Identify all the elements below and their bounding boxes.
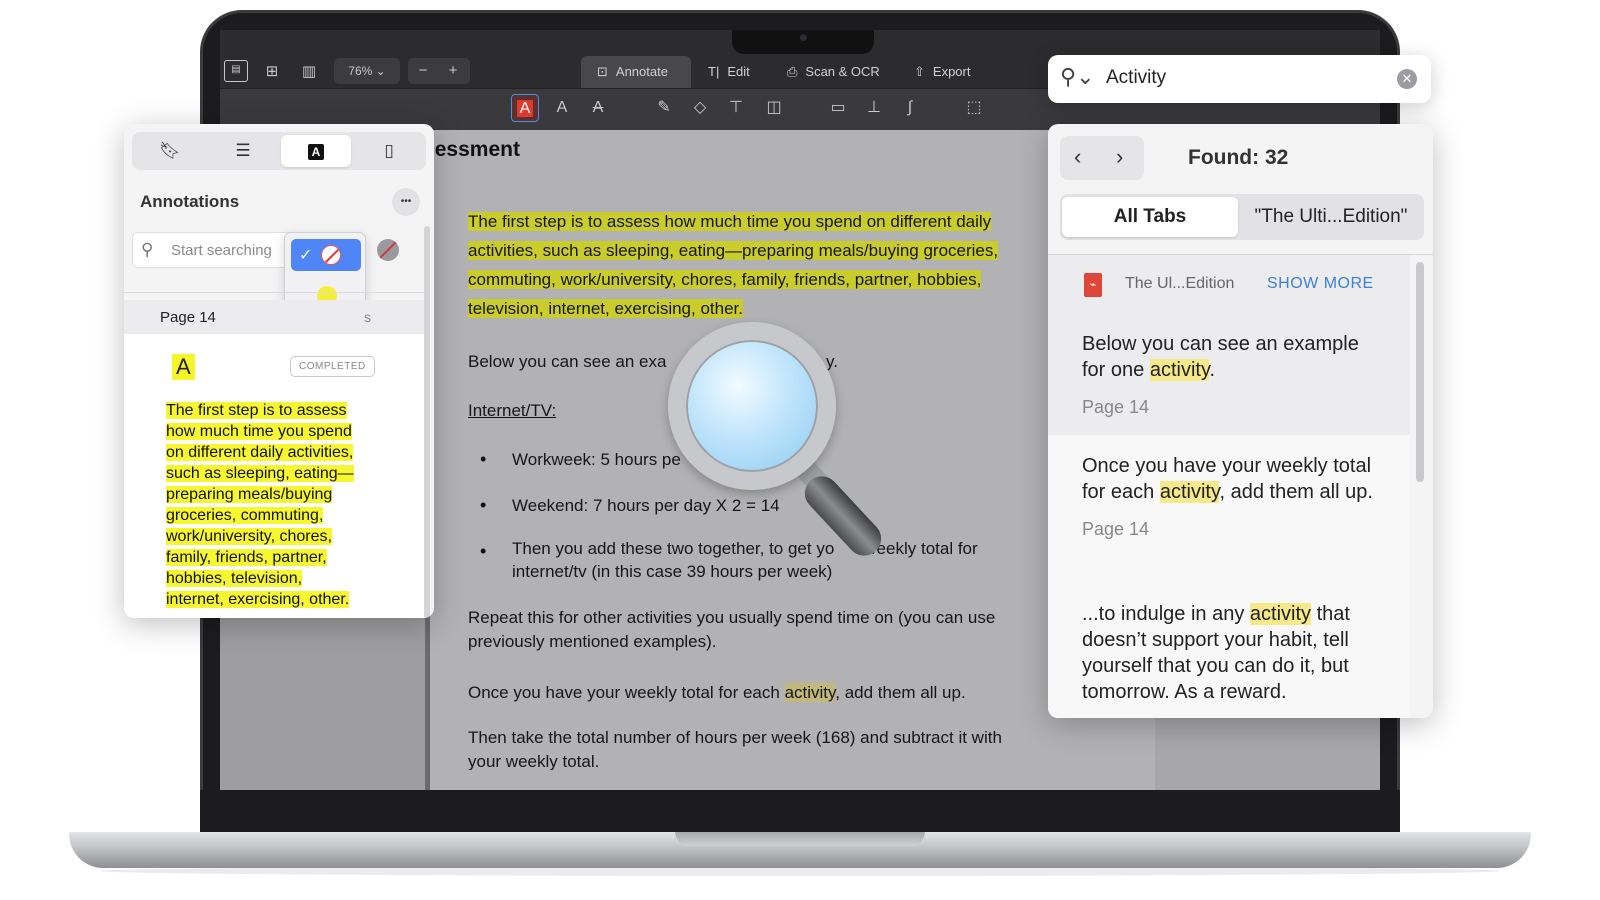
panel-title: Annotations: [140, 192, 240, 211]
bullet-1: •: [480, 449, 487, 469]
file-group-header: ⌁ The Ul...Edition SHOW MORE: [1048, 255, 1410, 313]
panel-scrollbar[interactable]: [424, 226, 430, 618]
export-icon: ⇧: [914, 64, 925, 79]
panel-divider: [124, 292, 424, 293]
sidebar-toggle-icon[interactable]: ▤: [224, 60, 248, 82]
shapes-tool-icon[interactable]: ◫: [760, 94, 788, 122]
camera: [800, 34, 807, 41]
annotation-item[interactable]: A COMPLETED The first step is to assess …: [124, 334, 424, 618]
paragraph-repeat: Repeat this for other activities you usu…: [468, 608, 996, 651]
results-count: Found: 32: [1188, 146, 1289, 169]
annotations-tab-icon[interactable]: A: [281, 135, 351, 167]
laptop-chin: [200, 790, 1400, 832]
annotate-icon: ⊡: [597, 64, 608, 79]
bullet-text-1: Workweek: 5 hours pe: [512, 450, 681, 469]
scope-tabs: All Tabs "The Ulti...Edition": [1060, 194, 1424, 240]
paragraph-highlighted[interactable]: The first step is to assess how much tim…: [468, 207, 999, 323]
page-view-icon[interactable]: ▥: [298, 62, 320, 82]
tab-all-tabs[interactable]: All Tabs: [1062, 197, 1238, 237]
pen-tool-icon[interactable]: ✎: [650, 94, 678, 122]
tab-scan-ocr[interactable]: ⎙ Scan & OCR: [787, 56, 897, 88]
tab-annotate[interactable]: ⊡ Annotate: [581, 56, 691, 88]
show-more-link[interactable]: SHOW MORE: [1267, 275, 1374, 293]
page-group-status: s: [364, 309, 371, 325]
paragraph-weekly-total: Once you have your weekly total for each…: [468, 683, 966, 702]
laptop-base-notch: [675, 832, 925, 846]
bullet-2: •: [480, 495, 487, 515]
zoom-in-button[interactable]: +: [438, 58, 468, 84]
search-placeholder: Start searching: [171, 242, 272, 259]
sidebar-segmented-control: 🔖︎ ☰ A ▯: [132, 132, 426, 170]
stamp-tool-icon[interactable]: ⊥: [860, 94, 888, 122]
no-color-icon: [321, 245, 341, 265]
annotations-panel: 🔖︎ ☰ A ▯ Annotations ••• ⚲ Start searchi…: [124, 124, 434, 618]
page-group-header: Page 14 s: [124, 300, 424, 334]
no-color-filter-icon[interactable]: [377, 239, 399, 261]
document-search-bar[interactable]: ⚲⌄ Activity ✕: [1048, 55, 1431, 103]
pages-tab-icon[interactable]: ▯: [354, 135, 424, 167]
outline-tab-icon[interactable]: ☰: [208, 135, 278, 167]
checkmark-icon: ✓: [299, 247, 313, 264]
search-icon: ⚲: [141, 240, 154, 259]
search-result-item[interactable]: Once you have your weekly total for each…: [1048, 435, 1410, 579]
file-name: The Ul...Edition: [1125, 275, 1235, 292]
more-options-button[interactable]: •••: [392, 188, 420, 216]
annotation-search-field[interactable]: ⚲ Start searching: [132, 232, 292, 268]
signature-tool-icon[interactable]: ∫: [896, 94, 924, 122]
zoom-out-button[interactable]: −: [408, 58, 438, 84]
grid-view-icon[interactable]: ⊞: [262, 62, 282, 82]
stage: ▤ ⊞ ▥ 76% ⌄ − + ⊡ Annotate T| Edit ⎙ Scan & …: [0, 0, 1600, 900]
section-heading: Internet/TV:: [468, 401, 557, 420]
highlight-annotation-icon: A: [172, 354, 195, 380]
underline-tool-icon[interactable]: A: [548, 94, 576, 122]
zoom-dropdown[interactable]: 76% ⌄: [334, 58, 400, 84]
magnifying-glass-icon: [668, 322, 836, 490]
bullet-3: •: [480, 541, 487, 561]
search-result-item[interactable]: Below you can see an example for one act…: [1048, 313, 1410, 435]
strikethrough-tool-icon[interactable]: A: [584, 94, 612, 122]
zoom-stepper[interactable]: − +: [408, 58, 470, 84]
selection-tool-icon[interactable]: ⬚: [960, 94, 988, 122]
search-results-panel: ‹ › Found: 32 All Tabs "The Ulti...Editi…: [1048, 124, 1433, 718]
pdf-file-icon: ⌁: [1084, 273, 1102, 297]
paragraph-example: Below you can see an exa: [468, 352, 667, 371]
edit-text-icon: T|: [708, 64, 720, 79]
annotation-text: The first step is to assess how much tim…: [166, 402, 354, 608]
bullet-text-3: Then you add these two together, to get …: [512, 539, 978, 581]
tab-edit[interactable]: T| Edit: [708, 56, 778, 88]
color-option-none[interactable]: ✓: [291, 239, 361, 271]
previous-result-icon[interactable]: ‹: [1074, 144, 1081, 170]
tab-current-document[interactable]: "The Ulti...Edition": [1240, 197, 1422, 237]
eraser-tool-icon[interactable]: ◇: [686, 94, 714, 122]
paragraph-subtract: Then take the total number of hours per …: [468, 728, 1002, 770]
results-scrollbar[interactable]: [1416, 262, 1424, 482]
clear-search-icon[interactable]: ✕: [1397, 69, 1417, 89]
highlight-tool[interactable]: A: [511, 94, 539, 122]
textbox-tool-icon[interactable]: ⊤: [722, 94, 750, 122]
next-result-icon[interactable]: ›: [1116, 144, 1123, 170]
page-group-label: Page 14: [160, 309, 216, 326]
scan-icon: ⎙: [787, 64, 798, 79]
result-navigation: ‹ ›: [1060, 136, 1144, 180]
search-options-icon[interactable]: ⚲⌄: [1060, 64, 1095, 90]
bullet-text-2: Weekend: 7 hours per day X 2 = 14: [512, 496, 780, 515]
bookmark-tab-icon[interactable]: 🔖︎: [135, 135, 205, 167]
search-query[interactable]: Activity: [1106, 67, 1166, 89]
comment-tool-icon[interactable]: ▭: [824, 94, 852, 122]
status-badge[interactable]: COMPLETED: [290, 356, 375, 377]
search-result-item[interactable]: ...to indulge in any activity that doesn…: [1048, 579, 1410, 718]
tab-export[interactable]: ⇧ Export: [914, 56, 994, 88]
search-hit-activity[interactable]: activity: [784, 683, 836, 702]
